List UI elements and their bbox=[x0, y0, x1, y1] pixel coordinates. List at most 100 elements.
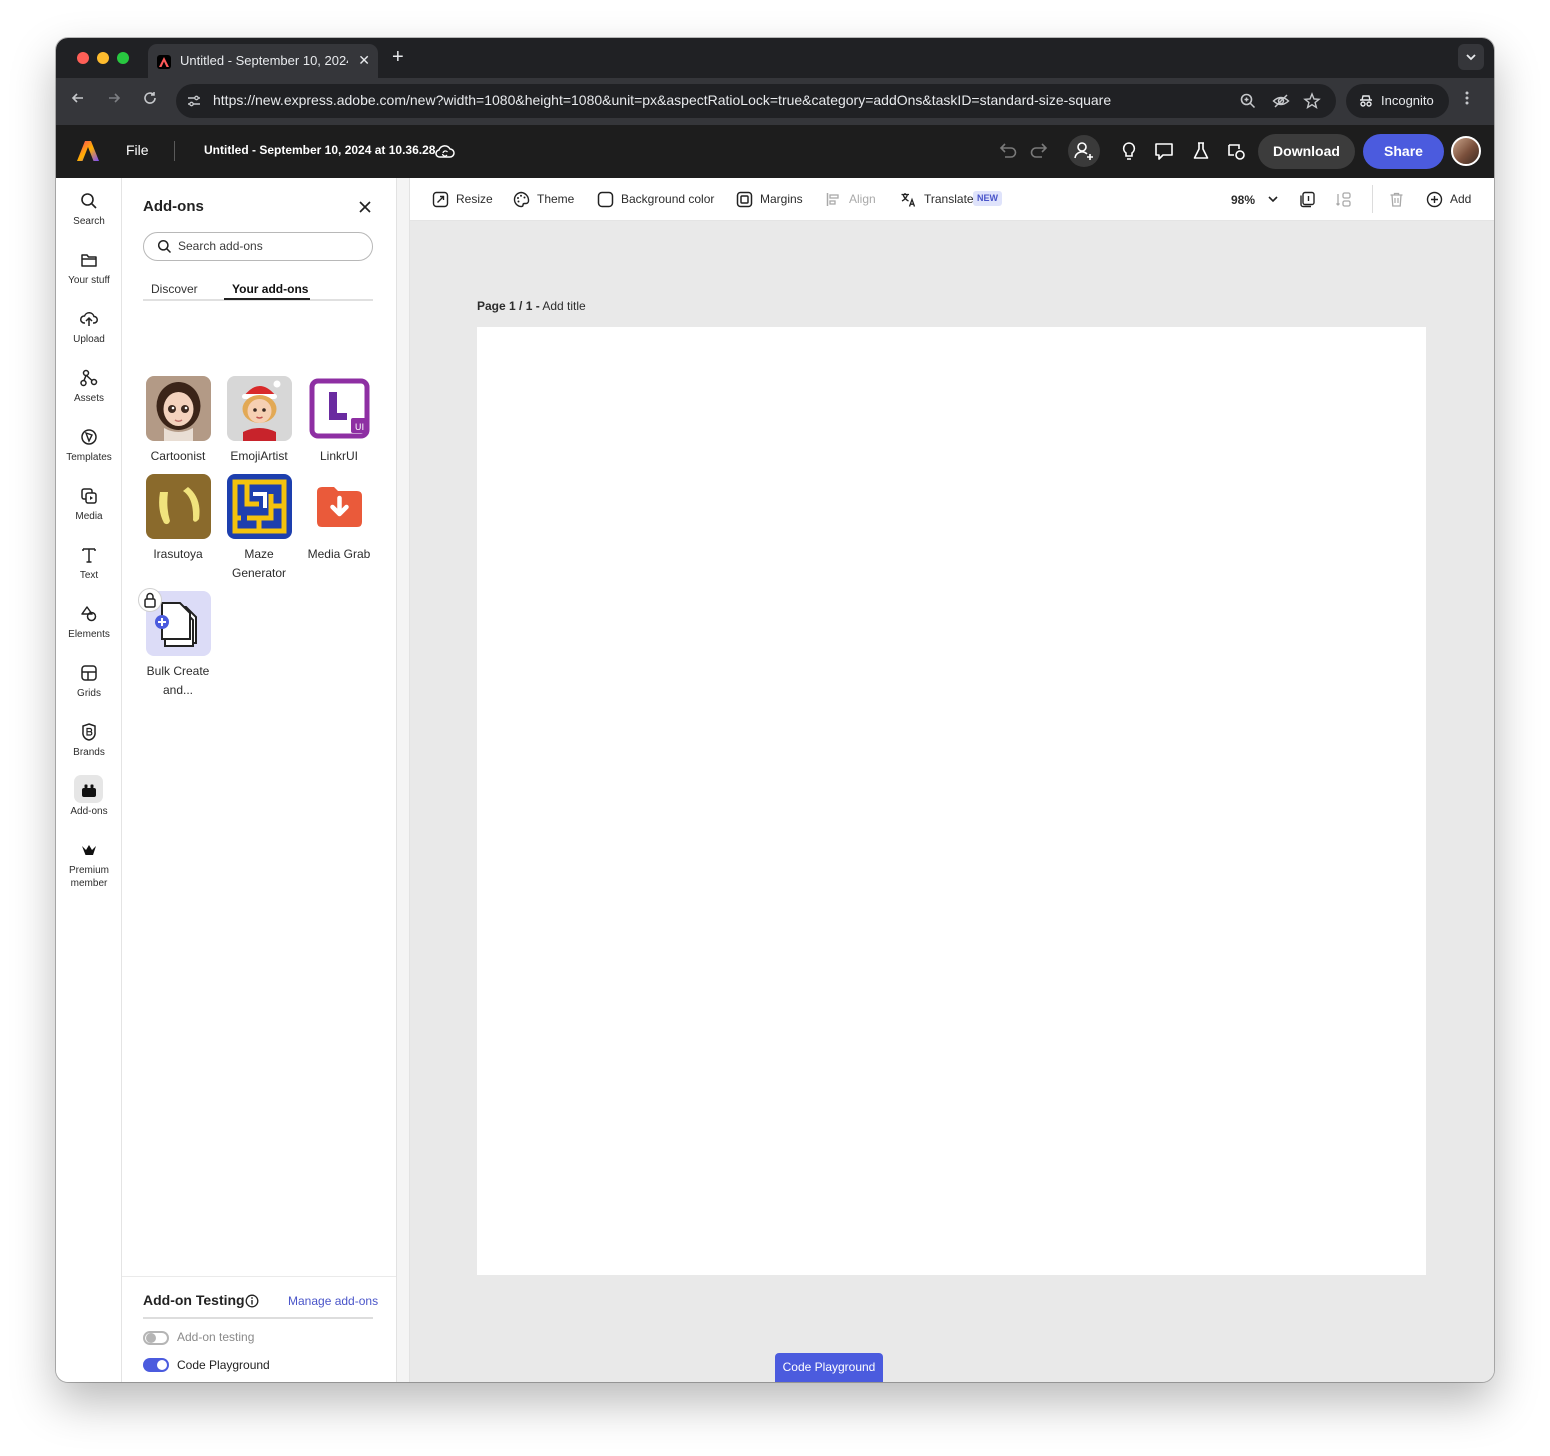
user-avatar[interactable] bbox=[1451, 136, 1481, 166]
maximize-window-button[interactable] bbox=[117, 52, 129, 64]
rail-item-upload[interactable]: Upload bbox=[56, 309, 122, 346]
addon-testing-label: Add-on testing bbox=[177, 1330, 255, 1344]
back-arrow-icon[interactable] bbox=[67, 90, 89, 111]
toolbar-divider bbox=[1372, 185, 1373, 213]
design-page[interactable] bbox=[477, 327, 1426, 1275]
adobe-express-logo[interactable] bbox=[76, 139, 100, 163]
maze-generator-thumbnail bbox=[226, 474, 292, 539]
addon-name: Irasutoya bbox=[153, 547, 203, 561]
browser-menu-icon[interactable] bbox=[1464, 90, 1470, 111]
rail-item-premium[interactable]: Premium member bbox=[56, 840, 122, 890]
undo-icon[interactable] bbox=[997, 140, 1019, 162]
share-link-icon[interactable] bbox=[1225, 140, 1247, 162]
rail-item-templates[interactable]: Templates bbox=[56, 427, 122, 464]
rail-label: Your stuff bbox=[68, 275, 110, 286]
browser-window: Untitled - September 10, 2024 at 10.36.2… bbox=[56, 38, 1494, 1382]
rail-item-search[interactable]: Search bbox=[56, 191, 122, 228]
forward-arrow-icon[interactable] bbox=[103, 90, 125, 111]
tab-strip: Untitled - September 10, 2024 at 10.36.2… bbox=[56, 38, 1494, 78]
folder-icon bbox=[81, 254, 97, 267]
translate-icon bbox=[901, 193, 916, 207]
add-title-link[interactable]: Add title bbox=[542, 299, 585, 313]
toggle-knob bbox=[146, 1333, 156, 1343]
browser-tab[interactable]: Untitled - September 10, 2024 at 10.36.2… bbox=[148, 44, 378, 78]
testing-divider bbox=[143, 1317, 373, 1319]
addon-emojiartist[interactable]: EmojiArtist bbox=[219, 376, 299, 466]
addon-irasutoya[interactable]: Irasutoya bbox=[138, 474, 218, 564]
addon-cartoonist[interactable]: Cartoonist bbox=[138, 376, 218, 466]
tab-discover[interactable]: Discover bbox=[151, 282, 198, 296]
invite-button[interactable] bbox=[1068, 135, 1100, 167]
duplicate-page-icon[interactable] bbox=[1299, 191, 1316, 208]
page-number: Page 1 / 1 - bbox=[477, 299, 540, 313]
manage-addons-link[interactable]: Manage add-ons bbox=[288, 1294, 378, 1308]
rail-label: Templates bbox=[66, 452, 112, 463]
tab-your-addons[interactable]: Your add-ons bbox=[232, 282, 308, 296]
rail-label: Brands bbox=[73, 747, 105, 758]
lightbulb-icon[interactable] bbox=[1118, 140, 1140, 162]
elements-icon bbox=[81, 606, 97, 622]
incognito-icon bbox=[1360, 95, 1372, 107]
rail-item-brands[interactable]: Brands bbox=[56, 722, 122, 759]
close-tab-icon[interactable]: ✕ bbox=[358, 52, 370, 69]
reload-icon[interactable] bbox=[139, 90, 161, 111]
download-button[interactable]: Download bbox=[1258, 134, 1355, 169]
info-icon[interactable] bbox=[245, 1294, 259, 1308]
site-settings-icon[interactable] bbox=[186, 93, 202, 109]
addon-linkrui[interactable]: UI LinkrUI bbox=[299, 376, 379, 466]
cartoonist-thumbnail bbox=[145, 376, 211, 441]
cloud-sync-icon[interactable] bbox=[434, 140, 456, 162]
code-playground-button[interactable]: Code Playground bbox=[775, 1353, 883, 1382]
rail-item-media[interactable]: Media bbox=[56, 486, 122, 523]
file-menu[interactable]: File bbox=[126, 142, 149, 158]
comment-icon[interactable] bbox=[1153, 140, 1175, 162]
rail-label: Grids bbox=[77, 688, 101, 699]
canvas-area: Resize Theme Background color Margins Al… bbox=[410, 178, 1494, 1382]
rail-item-your-stuff[interactable]: Your stuff bbox=[56, 250, 122, 287]
addon-name: Media Grab bbox=[307, 547, 371, 561]
close-window-button[interactable] bbox=[77, 52, 89, 64]
rail-item-addons[interactable]: Add-ons bbox=[56, 781, 122, 818]
redo-icon[interactable] bbox=[1028, 140, 1050, 162]
rail-label: Assets bbox=[73, 393, 104, 404]
code-playground-toggle[interactable] bbox=[143, 1358, 169, 1372]
zoom-level[interactable]: 98% bbox=[1231, 193, 1255, 207]
share-button[interactable]: Share bbox=[1363, 134, 1444, 169]
document-title[interactable]: Untitled - September 10, 2024 at 10.36.2… bbox=[204, 143, 435, 157]
addon-media-grab[interactable]: Media Grab bbox=[299, 474, 379, 564]
incognito-indicator[interactable]: Incognito bbox=[1346, 84, 1449, 118]
beaker-icon[interactable] bbox=[1190, 140, 1212, 162]
incognito-label: Incognito bbox=[1381, 93, 1434, 108]
add-person-icon bbox=[1074, 142, 1093, 160]
url-field[interactable]: https://new.express.adobe.com/new?width=… bbox=[176, 84, 1336, 118]
tab-search-button[interactable] bbox=[1458, 44, 1484, 70]
theme-label: Theme bbox=[537, 192, 575, 206]
brands-icon bbox=[82, 723, 96, 741]
adobe-express-favicon-icon bbox=[157, 55, 171, 69]
new-tab-button[interactable]: + bbox=[392, 46, 404, 69]
panel-scrollbar[interactable] bbox=[396, 178, 410, 1382]
rail-item-text[interactable]: Text bbox=[56, 545, 122, 582]
rail-label: Elements bbox=[68, 629, 110, 640]
left-rail: Search Your stuff Upload Assets Template… bbox=[56, 178, 122, 1382]
chevron-down-icon[interactable] bbox=[1267, 193, 1279, 205]
addon-maze-generator[interactable]: Maze Generator bbox=[219, 474, 299, 583]
rail-item-elements[interactable]: Elements bbox=[56, 604, 122, 641]
margins-icon bbox=[736, 191, 753, 208]
lock-icon bbox=[138, 588, 162, 612]
chevron-down-icon bbox=[1466, 54, 1476, 61]
layers-icon[interactable] bbox=[1335, 191, 1352, 208]
close-icon[interactable] bbox=[358, 200, 372, 214]
addon-name: Cartoonist bbox=[150, 449, 206, 463]
rail-item-assets[interactable]: Assets bbox=[56, 368, 122, 405]
minimize-window-button[interactable] bbox=[97, 52, 109, 64]
media-icon bbox=[81, 488, 97, 504]
addon-testing-toggle[interactable] bbox=[143, 1331, 169, 1345]
zoom-icon[interactable] bbox=[1239, 92, 1257, 110]
bookmark-star-icon[interactable] bbox=[1303, 92, 1321, 110]
trash-icon[interactable] bbox=[1388, 191, 1405, 208]
svg-text:UI: UI bbox=[354, 423, 363, 433]
search-input[interactable]: Search add-ons bbox=[143, 232, 373, 261]
rail-item-grids[interactable]: Grids bbox=[56, 663, 122, 700]
eye-off-icon[interactable] bbox=[1272, 92, 1290, 110]
